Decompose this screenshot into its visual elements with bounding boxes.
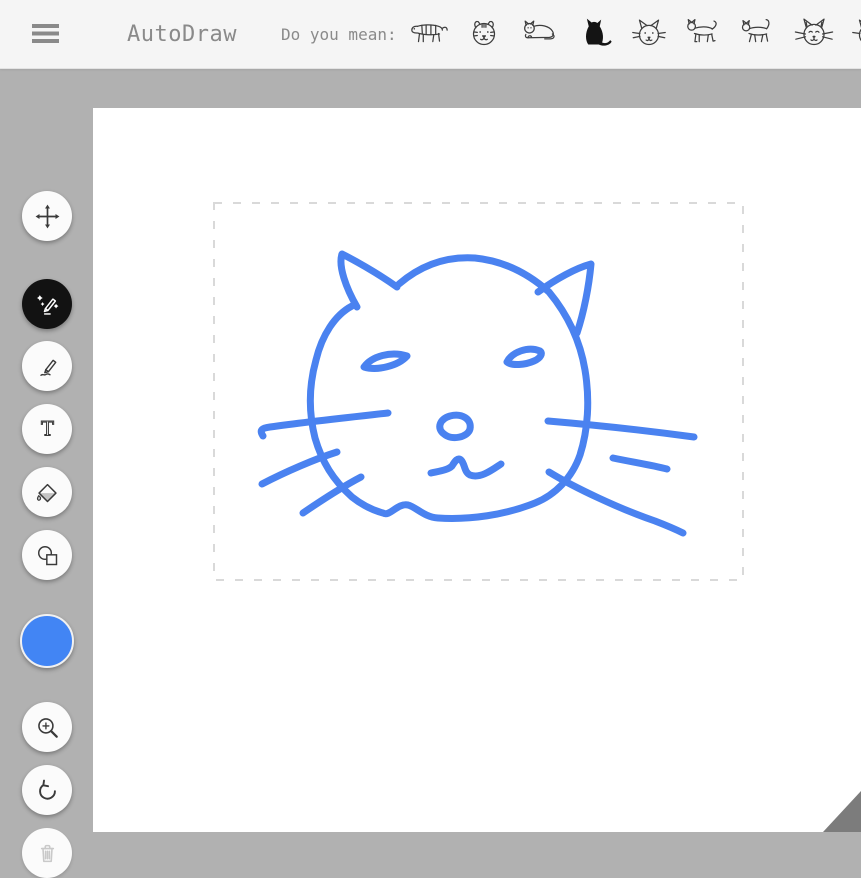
undo-button[interactable] xyxy=(22,765,72,815)
move-arrows-icon xyxy=(34,203,61,230)
tool-sidebar: T xyxy=(0,68,94,832)
hamburger-icon xyxy=(30,19,62,47)
text-tool-icon: T xyxy=(34,416,61,443)
autodraw-app: { "app": { "title": "AutoDraw" }, "topba… xyxy=(0,0,861,832)
drawing-canvas[interactable] xyxy=(93,108,861,832)
cat-head-whiskers-icon xyxy=(793,13,835,53)
cat-sketch-strokes xyxy=(261,254,694,533)
canvas-surface[interactable] xyxy=(93,108,861,832)
shapes-icon xyxy=(34,542,61,569)
svg-text:T: T xyxy=(41,417,54,440)
undo-icon xyxy=(34,777,61,804)
suggestion-cat-partial[interactable] xyxy=(847,12,861,56)
autodraw-tool-button[interactable] xyxy=(22,279,72,329)
fill-tool-button[interactable] xyxy=(22,467,72,517)
pencil-icon xyxy=(34,353,61,380)
topbar: AutoDraw Do you mean: xyxy=(0,0,861,69)
type-tool-button[interactable]: T xyxy=(22,404,72,454)
suggestion-black-cat[interactable] xyxy=(572,12,616,56)
paint-bucket-icon xyxy=(34,479,61,506)
cat-lying-icon xyxy=(518,13,560,53)
shape-tool-button[interactable] xyxy=(22,530,72,580)
cat-walking-icon xyxy=(683,13,725,53)
color-picker-button[interactable] xyxy=(20,614,74,668)
suggestion-prompt-label: Do you mean: xyxy=(281,0,397,68)
tiger-walking-icon xyxy=(408,13,450,53)
suggestion-cat-lying[interactable] xyxy=(517,12,561,56)
suggestion-tiger-head[interactable] xyxy=(462,12,506,56)
suggestion-strip xyxy=(407,12,861,56)
page-fold-corner xyxy=(823,791,861,832)
zoom-tool-button[interactable] xyxy=(22,702,72,752)
suggestion-cat-standing[interactable] xyxy=(737,12,781,56)
page-title: AutoDraw xyxy=(127,0,237,68)
suggestion-cat-head-whiskers[interactable] xyxy=(792,12,836,56)
suggestion-tiger-walking[interactable] xyxy=(407,12,451,56)
tiger-head-icon xyxy=(463,13,505,53)
suggestion-cat-walking[interactable] xyxy=(682,12,726,56)
magic-pencil-icon xyxy=(34,291,61,318)
suggestion-cat-face[interactable] xyxy=(627,12,671,56)
trash-icon xyxy=(34,840,61,867)
draw-tool-button[interactable] xyxy=(22,341,72,391)
hamburger-menu-button[interactable] xyxy=(24,12,68,56)
zoom-in-icon xyxy=(34,714,61,741)
delete-button[interactable] xyxy=(22,828,72,878)
select-tool-button[interactable] xyxy=(22,191,72,241)
cat-partial-icon xyxy=(848,13,861,53)
cat-standing-icon xyxy=(738,13,780,53)
black-cat-icon xyxy=(573,13,615,53)
cat-face-icon xyxy=(628,13,670,53)
